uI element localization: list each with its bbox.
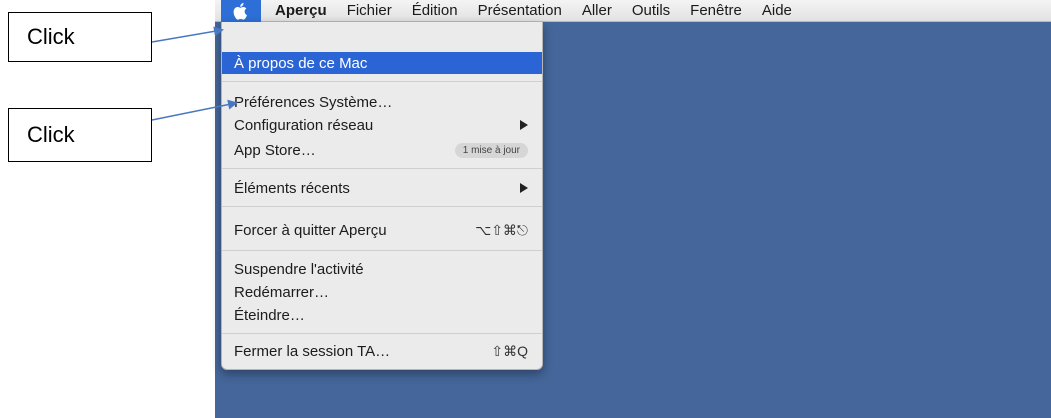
menu-item-label: Éléments récents <box>234 179 350 197</box>
keyboard-shortcut: ⇧⌘Q <box>491 342 528 359</box>
menu-item-about-this-mac[interactable]: À propos de ce Mac <box>222 52 542 74</box>
annotation-callout-click-2: Click <box>8 108 152 162</box>
menubar-item-aller[interactable]: Aller <box>572 0 622 22</box>
menubar-item-presentation[interactable]: Présentation <box>468 0 572 22</box>
menubar-item-aide[interactable]: Aide <box>752 0 802 22</box>
menu-item-label: Configuration réseau <box>234 116 374 134</box>
menubar-item-outils[interactable]: Outils <box>622 0 680 22</box>
menu-separator <box>222 250 542 251</box>
menubar-item-fichier[interactable]: Fichier <box>337 0 402 22</box>
apple-icon <box>233 2 247 20</box>
menu-item-shut-down[interactable]: Éteindre… <box>222 304 542 326</box>
submenu-arrow-icon <box>520 183 528 193</box>
menubar-item-edition[interactable]: Édition <box>402 0 468 22</box>
menu-bar: Aperçu Fichier Édition Présentation Alle… <box>215 0 1051 22</box>
callout-label: Click <box>27 122 75 147</box>
menu-item-label: Éteindre… <box>234 306 305 324</box>
apple-menu-button[interactable] <box>221 0 261 22</box>
apple-dropdown-menu: À propos de ce Mac Préférences Système… … <box>221 22 543 370</box>
menu-separator <box>222 81 542 82</box>
keyboard-shortcut: ⌥⇧⌘⎋ <box>475 221 528 238</box>
menubar-item-fenetre[interactable]: Fenêtre <box>680 0 752 22</box>
callout-label: Click <box>27 24 75 49</box>
menubar-item-apercu[interactable]: Aperçu <box>261 0 337 22</box>
menu-item-sleep[interactable]: Suspendre l'activité <box>222 258 542 280</box>
update-badge: 1 mise à jour <box>454 142 528 158</box>
menu-item-label: Forcer à quitter Aperçu <box>234 221 387 239</box>
menu-item-label: Fermer la session TA… <box>234 342 391 360</box>
menu-item-label: À propos de ce Mac <box>234 54 368 72</box>
screenshot-canvas: Click Click Aperçu Fichier Édition Prése… <box>0 0 1051 418</box>
annotation-callout-click-1: Click <box>8 12 152 62</box>
menu-item-system-preferences[interactable]: Préférences Système… <box>222 91 542 113</box>
menu-item-app-store[interactable]: App Store… 1 mise à jour <box>222 139 542 161</box>
menu-item-label: App Store… <box>234 141 316 159</box>
menu-item-label: Suspendre l'activité <box>234 260 364 278</box>
menu-separator <box>222 333 542 334</box>
menu-item-label: Préférences Système… <box>234 93 393 111</box>
annotation-arrow-to-apple-menu <box>151 26 224 43</box>
menu-separator <box>222 168 542 169</box>
menu-item-force-quit[interactable]: Forcer à quitter Aperçu ⌥⇧⌘⎋ <box>222 219 542 241</box>
menu-item-network-configuration[interactable]: Configuration réseau <box>222 114 542 136</box>
menu-item-recent-items[interactable]: Éléments récents <box>222 177 542 199</box>
menu-item-restart[interactable]: Redémarrer… <box>222 281 542 303</box>
menu-separator <box>222 206 542 207</box>
submenu-arrow-icon <box>520 120 528 130</box>
menu-item-label: Redémarrer… <box>234 283 330 301</box>
menu-item-log-out[interactable]: Fermer la session TA… ⇧⌘Q <box>222 340 542 362</box>
